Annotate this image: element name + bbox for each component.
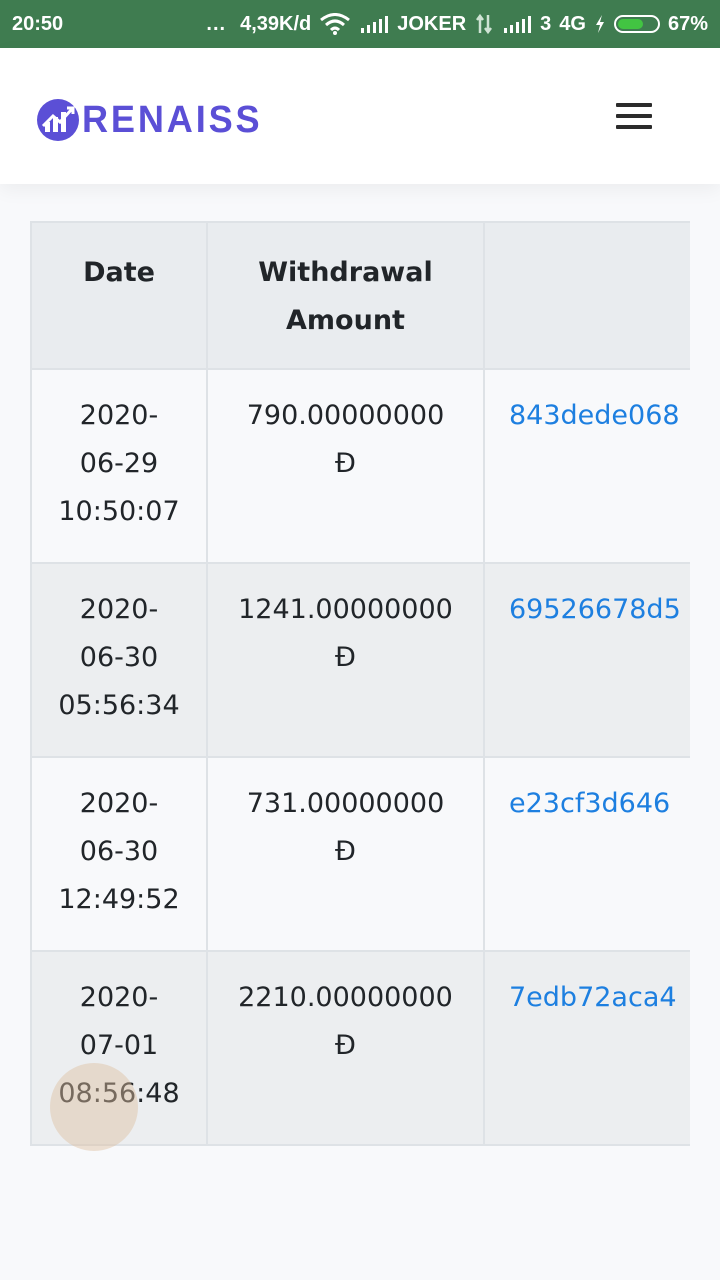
- tx-column-header: [483, 221, 690, 370]
- transaction-link[interactable]: e23cf3d646: [509, 788, 670, 819]
- battery-level: [617, 19, 644, 29]
- menu-icon-line: [616, 125, 652, 129]
- status-time: 20:50: [12, 12, 64, 35]
- date-cell: 2020- 06-30 05:56:34: [30, 562, 208, 758]
- date-cell: 2020- 06-29 10:50:07: [30, 368, 208, 564]
- menu-icon-line: [616, 103, 652, 107]
- table-row: 2020- 06-30 12:49:52 731.00000000 Đ e23c…: [30, 756, 690, 952]
- amount-cell: 790.00000000 Đ: [206, 368, 485, 564]
- withdrawal-table: Date Withdrawal Amount 2020- 06-29 10:50…: [30, 221, 690, 1146]
- status-indicators: ... 4,39K/d JOKER 3 4G 67%: [206, 13, 708, 36]
- transaction-link[interactable]: 7edb72aca4: [509, 982, 677, 1013]
- signal-icon-2: [502, 14, 532, 34]
- logo[interactable]: RENAISS: [36, 98, 272, 142]
- tx-cell: e23cf3d646: [483, 756, 690, 952]
- network-speed: 4,39K/d: [240, 12, 312, 35]
- notification-dots: ...: [206, 12, 227, 35]
- tx-cell: 843dede068: [483, 368, 690, 564]
- amount-cell: 1241.00000000 Đ: [206, 562, 485, 758]
- date-cell: 2020- 06-30 12:49:52: [30, 756, 208, 952]
- table-header-row: Date Withdrawal Amount: [30, 221, 690, 370]
- network-type: 4G: [559, 12, 586, 35]
- transaction-link[interactable]: 69526678d5: [509, 594, 681, 625]
- data-transfer-icon: [474, 13, 494, 35]
- sim-number: 3: [540, 12, 552, 35]
- hamburger-menu-button[interactable]: [608, 96, 660, 136]
- transaction-link[interactable]: 843dede068: [509, 400, 680, 431]
- app-header: RENAISS: [0, 48, 720, 184]
- battery-percent: 67%: [667, 12, 708, 35]
- carrier-name: JOKER: [397, 12, 467, 35]
- table-row: 2020- 06-30 05:56:34 1241.00000000 Đ 695…: [30, 562, 690, 758]
- withdrawal-table-container[interactable]: Date Withdrawal Amount 2020- 06-29 10:50…: [30, 221, 690, 1146]
- date-column-header: Date: [30, 221, 208, 370]
- date-cell: 2020- 07-01 08:56:48: [30, 950, 208, 1146]
- signal-icon: [359, 14, 389, 34]
- table-row: 2020- 06-29 10:50:07 790.00000000 Đ 843d…: [30, 368, 690, 564]
- menu-icon-line: [616, 114, 652, 118]
- logo-icon: [37, 99, 79, 141]
- wifi-icon: [319, 13, 351, 35]
- table-row: 2020- 07-01 08:56:48 2210.00000000 Đ 7ed…: [30, 950, 690, 1146]
- amount-column-header: Withdrawal Amount: [206, 221, 485, 370]
- logo-text: RENAISS: [82, 99, 263, 141]
- tx-cell: 7edb72aca4: [483, 950, 690, 1146]
- charging-icon: [594, 14, 606, 34]
- battery-icon: [613, 15, 660, 33]
- status-bar: 20:50 ... 4,39K/d JOKER 3 4G 67%: [0, 0, 720, 48]
- amount-cell: 2210.00000000 Đ: [206, 950, 485, 1146]
- amount-cell: 731.00000000 Đ: [206, 756, 485, 952]
- tx-cell: 69526678d5: [483, 562, 690, 758]
